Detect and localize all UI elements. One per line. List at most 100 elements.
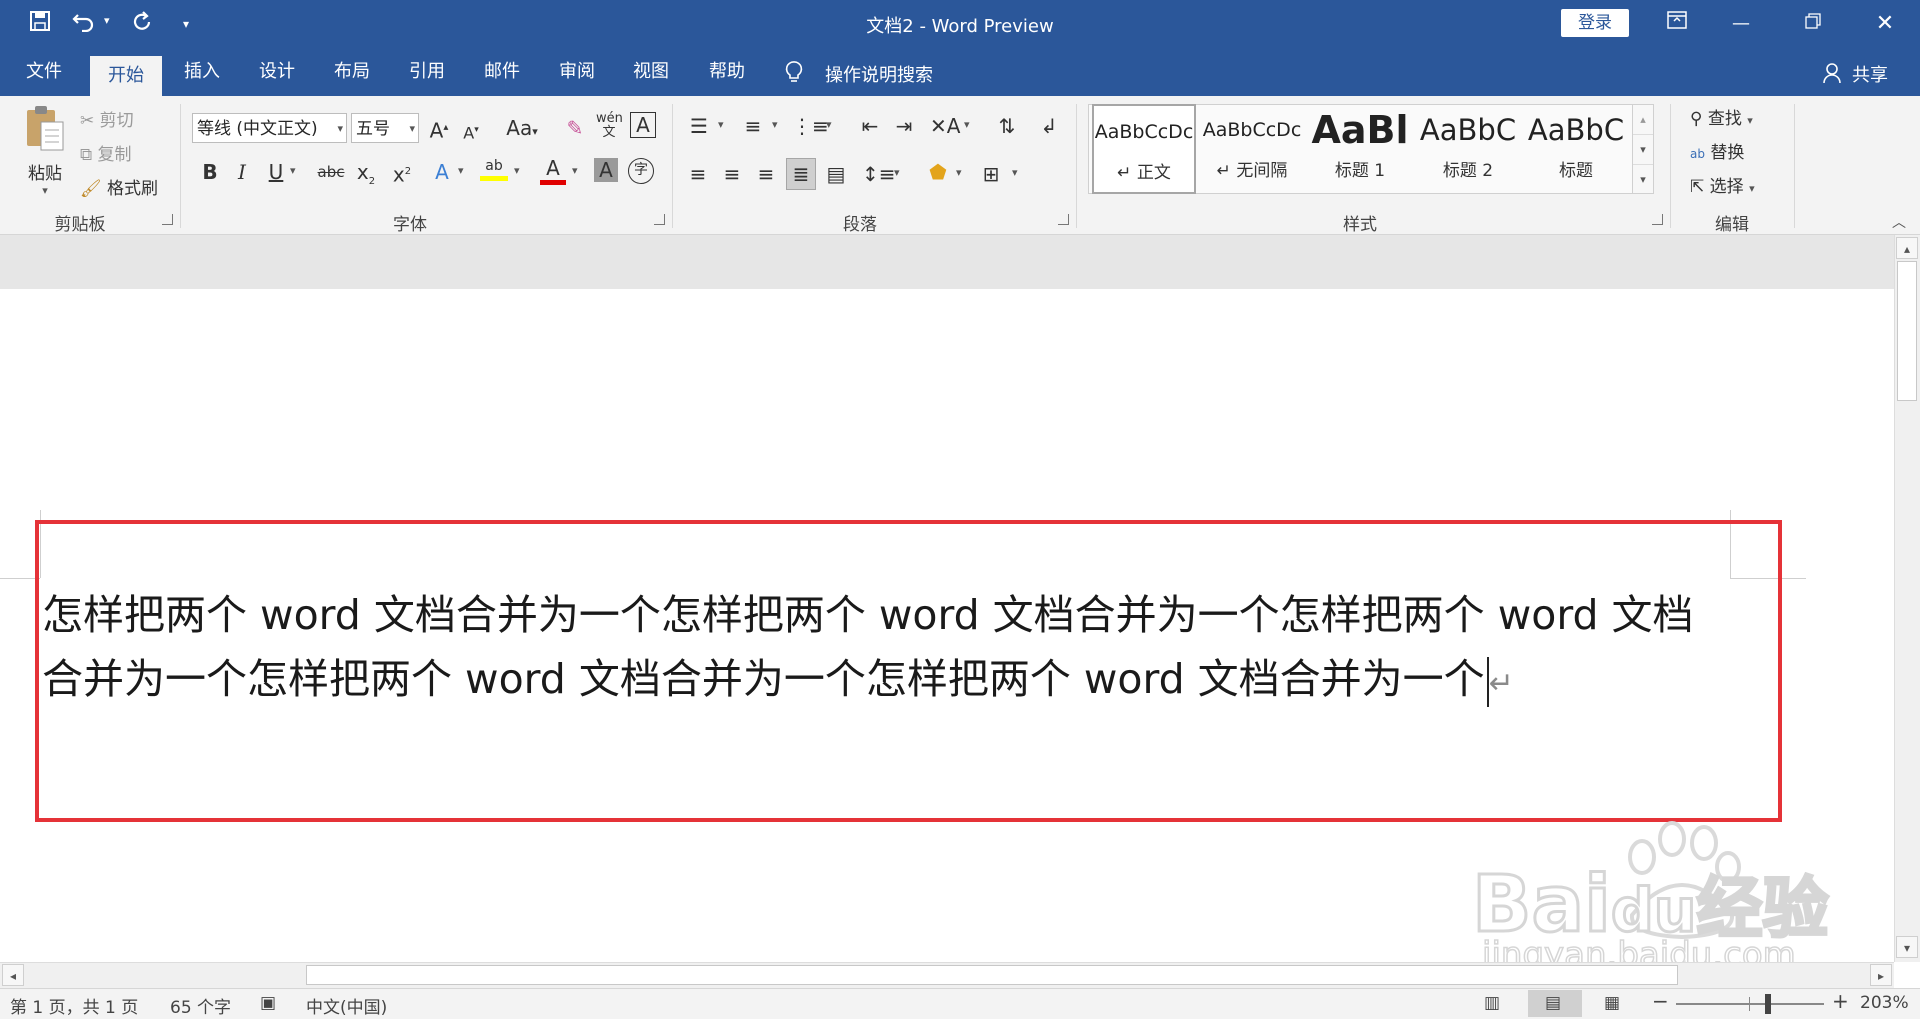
- tab-references[interactable]: 引用: [391, 48, 463, 96]
- phonetic-guide-icon[interactable]: wén 文: [596, 112, 623, 140]
- format-painter-button[interactable]: 🖌 格式刷: [80, 174, 158, 199]
- save-icon[interactable]: [26, 10, 54, 38]
- select-button[interactable]: ⇱ 选择 ▾: [1690, 172, 1755, 197]
- web-layout-icon[interactable]: ▦: [1604, 993, 1620, 1013]
- show-marks-icon[interactable]: ↲: [1036, 112, 1062, 140]
- sort-icon[interactable]: ⇅: [994, 112, 1020, 140]
- character-shading-icon[interactable]: A: [594, 158, 618, 182]
- chevron-down-icon[interactable]: ▾: [826, 118, 832, 131]
- horizontal-scroll-thumb[interactable]: [306, 965, 1678, 985]
- numbering-icon[interactable]: ≡: [738, 112, 768, 140]
- clipboard-launcher-icon[interactable]: [162, 214, 173, 225]
- scroll-left-icon[interactable]: ◂: [2, 964, 24, 986]
- tab-insert[interactable]: 插入: [166, 48, 238, 96]
- chevron-down-icon[interactable]: ▾: [772, 118, 778, 131]
- collapse-ribbon-icon[interactable]: ︿: [1892, 212, 1906, 232]
- scroll-right-icon[interactable]: ▸: [1870, 964, 1892, 986]
- zoom-slider-thumb[interactable]: [1765, 994, 1772, 1014]
- styles-launcher-icon[interactable]: [1652, 214, 1663, 225]
- paste-button[interactable]: 粘贴 ▾: [20, 104, 70, 204]
- font-name-combo[interactable]: 等线 (中文正文) ▾: [192, 113, 347, 143]
- highlight-color-button[interactable]: ab: [480, 158, 508, 188]
- underline-button[interactable]: U: [264, 158, 288, 186]
- style-normal[interactable]: AaBbCcDc ↵ 正文: [1092, 104, 1196, 194]
- align-left-icon[interactable]: ≡: [684, 160, 712, 188]
- style-title[interactable]: AaBbC 标题: [1524, 104, 1628, 194]
- restore-icon[interactable]: [1791, 8, 1835, 40]
- share-button[interactable]: 共享: [1852, 61, 1888, 87]
- word-count[interactable]: 65 个字: [170, 993, 231, 1018]
- superscript-icon[interactable]: x2: [390, 158, 414, 187]
- bullets-icon[interactable]: ☰: [684, 112, 714, 140]
- decrease-indent-icon[interactable]: ⇤: [856, 112, 884, 140]
- undo-icon[interactable]: [70, 10, 98, 38]
- proofing-icon[interactable]: ▣: [260, 993, 276, 1013]
- clear-formatting-icon[interactable]: ✎: [562, 114, 588, 142]
- vertical-scrollbar[interactable]: ▴ ▾: [1894, 235, 1920, 962]
- tab-view[interactable]: 视图: [615, 48, 687, 96]
- chinese-layout-icon[interactable]: ✕A: [930, 112, 960, 140]
- lightbulb-icon[interactable]: [784, 60, 804, 89]
- increase-indent-icon[interactable]: ⇥: [890, 112, 918, 140]
- shrink-font-icon[interactable]: A▾: [460, 116, 482, 144]
- style-heading-2[interactable]: AaBbC 标题 2: [1416, 104, 1520, 194]
- chevron-down-icon[interactable]: ▾: [290, 164, 296, 177]
- text-effects-icon[interactable]: A: [430, 158, 454, 186]
- multilevel-list-icon[interactable]: ⋮≡: [792, 112, 829, 140]
- change-case-icon[interactable]: Aa▾: [500, 114, 544, 142]
- redo-icon[interactable]: [128, 10, 156, 38]
- strikethrough-button[interactable]: abc: [316, 158, 346, 186]
- copy-button[interactable]: ⧉ 复制: [80, 140, 132, 165]
- style-no-spacing[interactable]: AaBbCcDc ↵ 无间隔: [1200, 104, 1304, 194]
- borders-icon[interactable]: ⊞: [978, 160, 1004, 188]
- minimize-icon[interactable]: —: [1719, 8, 1763, 40]
- find-button[interactable]: ⚲ 查找 ▾: [1690, 104, 1753, 129]
- paste-dropdown-icon[interactable]: ▾: [20, 184, 70, 197]
- italic-button[interactable]: I: [230, 158, 254, 186]
- customize-quick-access-icon[interactable]: ▾: [172, 10, 200, 38]
- chevron-down-icon[interactable]: ▾: [1012, 166, 1018, 179]
- read-mode-icon[interactable]: ▥: [1484, 993, 1500, 1013]
- chevron-down-icon[interactable]: ▾: [894, 166, 900, 179]
- replace-button[interactable]: ab 替换: [1690, 138, 1744, 163]
- login-button[interactable]: 登录: [1561, 9, 1629, 37]
- more-styles-icon[interactable]: ▾: [1633, 164, 1653, 194]
- ribbon-display-options-icon[interactable]: [1655, 8, 1699, 40]
- font-color-button[interactable]: A: [540, 156, 566, 188]
- align-right-icon[interactable]: ≡: [752, 160, 780, 188]
- tab-design[interactable]: 设计: [241, 48, 313, 96]
- font-size-combo[interactable]: 五号 ▾: [351, 113, 419, 143]
- scroll-down-icon[interactable]: ▾: [1896, 936, 1918, 958]
- line-spacing-icon[interactable]: ↕≡: [862, 160, 896, 188]
- distributed-icon[interactable]: ▤: [822, 160, 850, 188]
- grow-font-icon[interactable]: A▴: [428, 114, 450, 143]
- tab-layout[interactable]: 布局: [316, 48, 388, 96]
- zoom-level[interactable]: 203%: [1860, 993, 1909, 1013]
- tab-file[interactable]: 文件: [8, 48, 80, 96]
- bold-button[interactable]: B: [198, 158, 222, 186]
- tab-mailings[interactable]: 邮件: [466, 48, 538, 96]
- tell-me-search[interactable]: 操作说明搜索: [825, 61, 933, 87]
- print-layout-button[interactable]: ▤: [1528, 990, 1582, 1017]
- tab-home[interactable]: 开始: [90, 56, 162, 96]
- chevron-down-icon[interactable]: ▾: [718, 118, 724, 131]
- zoom-out-icon[interactable]: −: [1652, 989, 1669, 1013]
- horizontal-scrollbar[interactable]: ◂ ▸: [0, 962, 1894, 988]
- tab-help[interactable]: 帮助: [691, 48, 763, 96]
- chevron-down-icon[interactable]: ▾: [514, 164, 520, 177]
- cut-button[interactable]: ✂ 剪切: [80, 106, 134, 131]
- vertical-scroll-thumb[interactable]: [1897, 261, 1917, 401]
- shading-icon[interactable]: ⬟: [924, 158, 952, 186]
- chevron-down-icon[interactable]: ▾: [964, 118, 970, 131]
- subscript-icon[interactable]: x2: [354, 158, 378, 187]
- share-icon[interactable]: [1822, 62, 1842, 89]
- tab-review[interactable]: 审阅: [541, 48, 613, 96]
- chevron-up-icon[interactable]: ▴: [1633, 105, 1653, 134]
- character-border-icon[interactable]: A: [630, 112, 656, 138]
- zoom-slider-track[interactable]: [1676, 1003, 1824, 1005]
- paragraph-launcher-icon[interactable]: [1058, 214, 1069, 225]
- close-icon[interactable]: ✕: [1863, 8, 1907, 40]
- chevron-down-icon[interactable]: ▾: [1633, 134, 1653, 164]
- enclose-characters-icon[interactable]: 字: [628, 158, 654, 184]
- align-center-icon[interactable]: ≡: [718, 160, 746, 188]
